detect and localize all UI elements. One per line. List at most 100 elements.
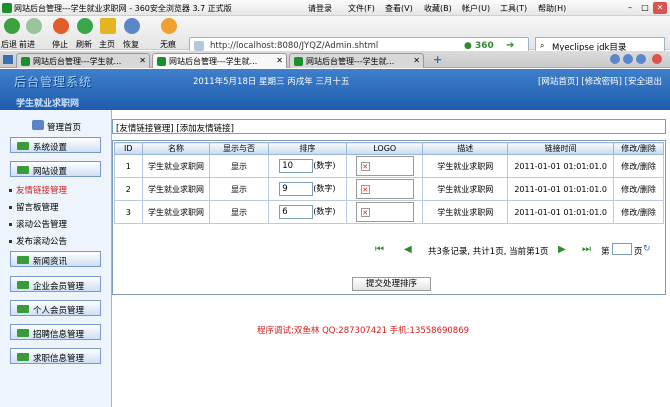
- restore-button[interactable]: [121, 18, 143, 34]
- admin-header: 后台管理系统 学生就业求职网 2011年5月18日 星期三 丙戌年 三月十五 […: [0, 69, 670, 110]
- prev-page-icon[interactable]: ◀: [404, 244, 412, 255]
- section-icon: [17, 142, 29, 150]
- broken-image-icon: ✕: [360, 185, 370, 194]
- tab-favicon-icon: [21, 57, 30, 66]
- menu-file[interactable]: 文件(F): [348, 3, 375, 14]
- order-hint: (数字): [313, 184, 336, 193]
- back-button[interactable]: [1, 18, 23, 34]
- section-label: 求职信息管理: [33, 354, 85, 364]
- home-icon: [100, 18, 116, 34]
- sidebar-section-system[interactable]: 系统设置: [10, 137, 101, 153]
- tab-scroll-left-icon[interactable]: [610, 54, 620, 64]
- site-name: 学生就业求职网: [16, 99, 80, 109]
- tab-close-icon[interactable]: ✕: [139, 56, 146, 65]
- table-row: 3 学生就业求职网 显示 6 (数字) ✕ 学生就业求职网 2011-01-01 …: [114, 200, 664, 224]
- menu-view[interactable]: 查看(V): [385, 3, 413, 14]
- go-page-icon[interactable]: ↻: [643, 244, 651, 254]
- sidebar-section-jobs[interactable]: 招聘信息管理: [10, 324, 101, 340]
- search-icon: ⌕: [540, 41, 545, 50]
- forward-arrow-icon: [26, 18, 42, 34]
- forward-button[interactable]: [23, 18, 45, 34]
- tab-3[interactable]: 网站后台管理---学生就... ✕: [289, 53, 424, 68]
- browser-toolbar: 后退 前进 停止 刷新 主页 恢复 无痕 http://localhost:80…: [0, 16, 670, 55]
- menu-account[interactable]: 帐户(U): [462, 3, 490, 14]
- close-icon[interactable]: ✕: [653, 2, 667, 14]
- cell-id: 1: [114, 154, 143, 178]
- cell-time: 2011-01-01 01:01:01.0: [507, 154, 615, 178]
- home-button[interactable]: [97, 18, 119, 34]
- sidebar-toggle-icon[interactable]: [3, 55, 13, 64]
- edit-delete-link[interactable]: 修改/删除: [613, 177, 664, 201]
- admin-home-link[interactable]: 管理首页: [47, 121, 81, 133]
- stop-label: 停止: [52, 40, 68, 49]
- next-page-icon[interactable]: ▶: [558, 244, 566, 255]
- close-all-tabs-icon[interactable]: [652, 54, 662, 64]
- broken-image-icon: ✕: [360, 208, 370, 217]
- admin-sidebar: 管理首页 系统设置 网站设置 友情链接管理 留言板管理 滚动公告管理 发布滚动公…: [0, 110, 112, 407]
- tab-label: 网站后台管理---学生就...: [306, 57, 395, 66]
- tab-close-icon[interactable]: ✕: [413, 56, 420, 65]
- table-row: 2 学生就业求职网 显示 9 (数字) ✕ 学生就业求职网 2011-01-01 …: [114, 177, 664, 201]
- bullet-icon: [9, 240, 12, 243]
- sidebar-item-links[interactable]: 友情链接管理: [9, 184, 67, 196]
- logo-image: ✕: [355, 179, 414, 199]
- last-page-icon[interactable]: ⏭: [582, 244, 591, 255]
- edit-delete-link[interactable]: 修改/删除: [613, 200, 664, 224]
- edit-delete-link[interactable]: 修改/删除: [613, 154, 664, 178]
- col-id: ID: [114, 142, 143, 155]
- home-label: 主页: [99, 40, 115, 49]
- cell-name: 学生就业求职网: [141, 177, 211, 201]
- sidebar-section-company[interactable]: 企业会员管理: [10, 276, 101, 292]
- menu-favorites[interactable]: 收藏(B): [424, 3, 452, 14]
- minimize-icon[interactable]: –: [623, 2, 637, 14]
- new-tab-icon[interactable]: +: [433, 53, 442, 66]
- page-suffix: 页: [634, 247, 643, 257]
- menu-tools[interactable]: 工具(T): [500, 3, 527, 14]
- cell-desc: 学生就业求职网: [422, 154, 509, 178]
- stop-button[interactable]: [50, 18, 72, 34]
- order-input[interactable]: 6: [279, 205, 314, 219]
- tab-label: 网站后台管理---学生就...: [33, 57, 122, 66]
- refresh-button[interactable]: [74, 18, 96, 34]
- tab-scroll-right-icon[interactable]: [623, 54, 633, 64]
- page-number-input[interactable]: [612, 243, 632, 255]
- tab-close-icon[interactable]: ✕: [276, 56, 283, 65]
- sidebar-section-resumes[interactable]: 求职信息管理: [10, 348, 101, 364]
- breadcrumb[interactable]: [友情链接管理] [添加友情链接]: [112, 119, 666, 134]
- section-icon: [17, 166, 29, 174]
- bullet-icon: [9, 189, 12, 192]
- tab-2[interactable]: 网站后台管理---学生就... ✕: [152, 53, 287, 68]
- sidebar-item-guestbook[interactable]: 留言板管理: [9, 201, 59, 213]
- section-icon: [17, 281, 29, 289]
- tab-list-icon[interactable]: [636, 54, 646, 64]
- menu-help[interactable]: 帮助(H): [538, 3, 566, 14]
- cell-logo: ✕: [346, 154, 424, 178]
- maximize-icon[interactable]: □: [638, 2, 652, 14]
- section-label: 招聘信息管理: [33, 330, 85, 340]
- cell-order: 6 (数字): [267, 200, 348, 224]
- page-label: 第: [601, 247, 610, 257]
- cell-order: 10 (数字): [267, 154, 348, 178]
- order-input[interactable]: 9: [279, 182, 314, 196]
- cell-time: 2011-01-01 01:01:01.0: [507, 200, 615, 224]
- submit-order-button[interactable]: 提交处理排序: [352, 277, 431, 291]
- menu-login[interactable]: 请登录: [308, 3, 332, 14]
- item-label: 滚动公告管理: [16, 220, 68, 230]
- tab-strip: 网站后台管理---学生就... ✕ 网站后台管理---学生就... ✕ 网站后台管理…: [0, 51, 670, 68]
- order-hint: (数字): [313, 207, 336, 216]
- col-logo: LOGO: [346, 142, 424, 155]
- go-arrow-icon[interactable]: ➔: [506, 40, 514, 51]
- tab-1[interactable]: 网站后台管理---学生就... ✕: [16, 53, 150, 68]
- sidebar-item-publish[interactable]: 发布滚动公告: [9, 235, 67, 247]
- header-links[interactable]: [网站首页] [修改密码] [安全退出: [538, 75, 662, 87]
- sidebar-item-announcements[interactable]: 滚动公告管理: [9, 218, 67, 230]
- order-input[interactable]: 10: [279, 159, 314, 173]
- first-page-icon[interactable]: ⏮: [375, 244, 384, 255]
- incognito-button[interactable]: [158, 18, 180, 34]
- bullet-icon: [9, 206, 12, 209]
- sidebar-section-website[interactable]: 网站设置: [10, 161, 101, 177]
- cell-show: 显示: [209, 200, 269, 224]
- sidebar-section-personal[interactable]: 个人会员管理: [10, 300, 101, 316]
- stop-icon: [53, 18, 69, 34]
- sidebar-section-news[interactable]: 新闻资讯: [10, 251, 101, 267]
